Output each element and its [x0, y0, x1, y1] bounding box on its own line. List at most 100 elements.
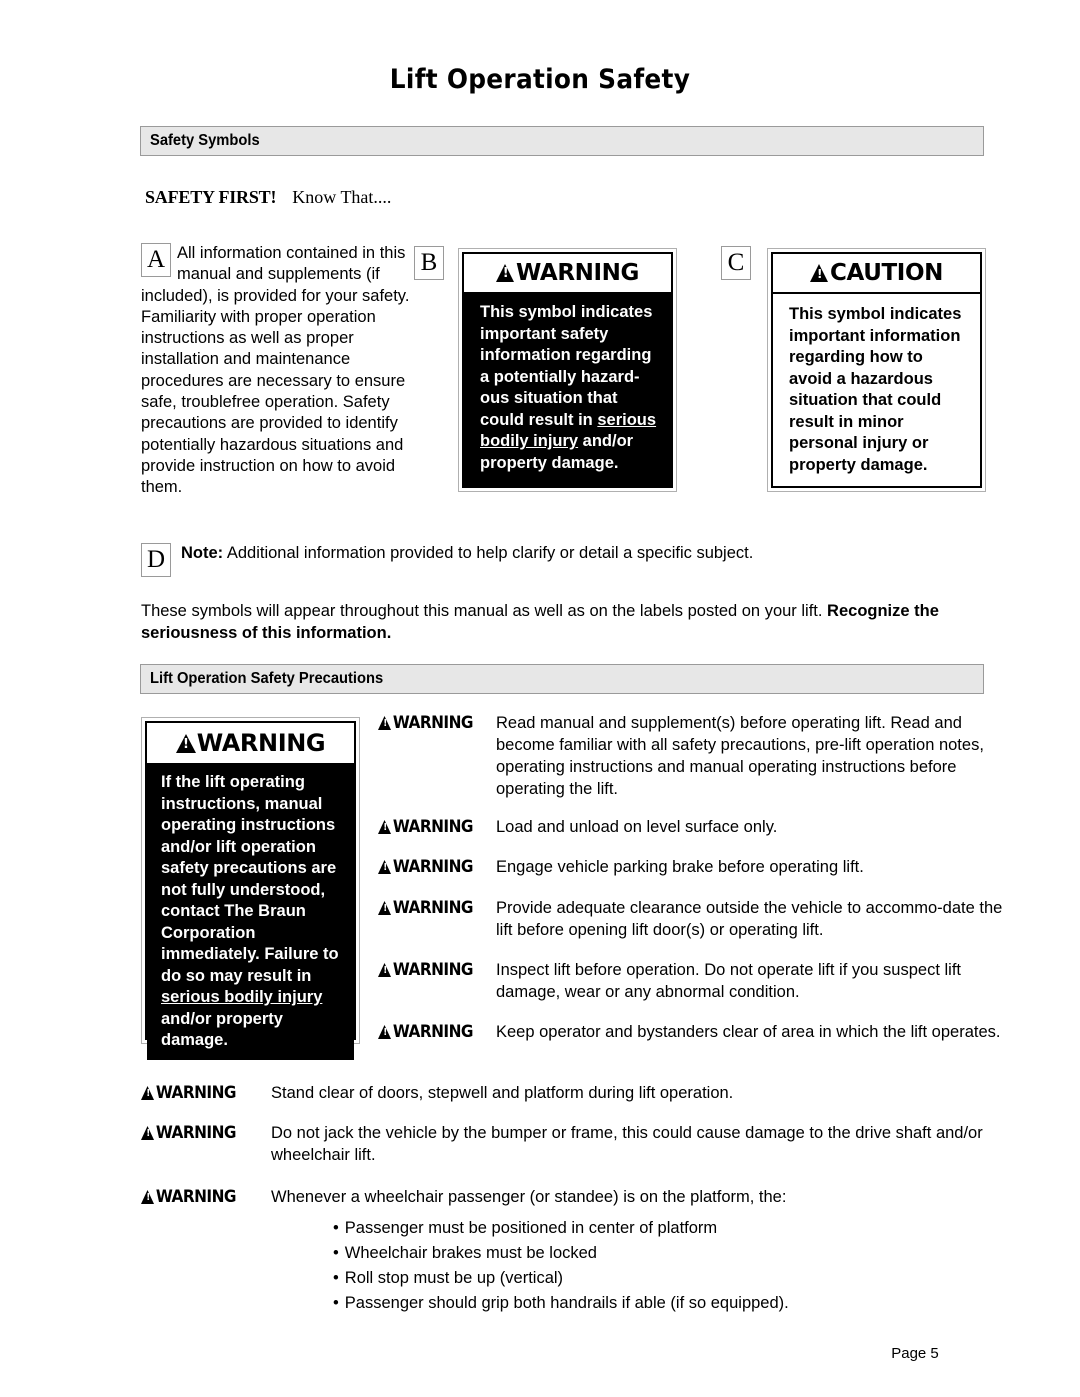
text-indent-spacer: [141, 243, 177, 285]
warning-item: ! WARNING Provide adequate clearance outs…: [378, 897, 1003, 941]
safety-first-line: SAFETY FIRST! Know That....: [145, 187, 391, 208]
warning-item-text: Whenever a wheelchair passenger (or stan…: [271, 1188, 787, 1206]
warning-item: ! WARNING Stand clear of doors, stepwell …: [141, 1082, 1003, 1104]
warning-label-box-b: ! WARNING This symbol indicates importan…: [458, 248, 677, 492]
big-warning-header: ! WARNING: [147, 723, 354, 763]
big-warning-inner: ! WARNING If the lift operating instruct…: [145, 721, 356, 1060]
warning-item-text: Provide adequate clearance outside the v…: [496, 899, 1003, 939]
warning-item-text: Load and unload on level surface only.: [496, 818, 778, 836]
warning-tag-text: WARNING: [392, 960, 474, 979]
warning-triangle-icon: !: [141, 1086, 155, 1100]
warning-tag-text: WARNING: [392, 817, 474, 836]
warning-label-header-b: ! WARNING: [464, 254, 671, 292]
warning-triangle-icon: !: [378, 716, 392, 730]
list-item: • Roll stop must be up (vertical): [333, 1266, 993, 1291]
exclamation-glyph: !: [383, 822, 387, 833]
exclamation-glyph: !: [146, 1088, 150, 1099]
list-item: • Wheelchair brakes must be locked: [333, 1241, 993, 1266]
warning-item-text: Inspect lift before operation. Do not op…: [496, 961, 962, 1001]
caution-label-inner: ! CAUTION This symbol indicates importan…: [771, 252, 982, 488]
big-warning-part2: and/or property damage.: [161, 1009, 283, 1050]
exclamation-glyph: !: [383, 903, 387, 914]
warning-tag-text: WARNING: [392, 713, 474, 732]
warning-item: ! WARNING Engage vehicle parking brake be…: [378, 856, 1003, 878]
warning-tag: ! WARNING: [141, 1186, 262, 1208]
document-page: Lift Operation Safety Safety Symbols SAF…: [0, 0, 1080, 1397]
warning-triangle-icon: !: [378, 820, 392, 834]
section-header-label: Safety Symbols: [150, 132, 260, 149]
warning-triangle-icon: !: [378, 860, 392, 874]
warning-label-inner: ! WARNING This symbol indicates importan…: [462, 252, 673, 488]
safety-first-bold: SAFETY FIRST!: [145, 187, 277, 207]
warning-item: ! WARNING Do not jack the vehicle by the …: [141, 1122, 1003, 1166]
list-item-text: Passenger should grip both handrails if …: [344, 1294, 789, 1312]
list-item-text: Wheelchair brakes must be locked: [344, 1244, 597, 1262]
big-warning-header-text: WARNING: [196, 729, 326, 757]
caution-label-header-text-c: CAUTION: [830, 260, 943, 286]
warning-item-text: Keep operator and bystanders clear of ar…: [496, 1023, 1001, 1041]
warning-tag-text: WARNING: [392, 857, 474, 876]
passenger-requirements-list: • Passenger must be positioned in center …: [333, 1216, 993, 1316]
exclamation-glyph: !: [383, 1027, 387, 1038]
warning-tag-text: WARNING: [392, 898, 474, 917]
warning-tag: ! WARNING: [378, 897, 488, 919]
warning-tag: ! WARNING: [378, 1021, 488, 1043]
list-item-text: Passenger must be positioned in center o…: [344, 1219, 718, 1237]
bullet-glyph: •: [333, 1294, 339, 1312]
warning-tag-text: WARNING: [155, 1187, 237, 1206]
big-warning-body: If the lift operating instructions, manu…: [147, 763, 354, 1060]
symbol-a-body: All information contained in this manual…: [141, 244, 410, 497]
list-item-text: Roll stop must be up (vertical): [344, 1269, 564, 1287]
big-warning-label-box: ! WARNING If the lift operating instruct…: [141, 717, 360, 1060]
warning-triangle-icon: !: [141, 1190, 155, 1204]
warning-item: ! WARNING Load and unload on level surfac…: [378, 816, 1003, 838]
caution-label-body-c: This symbol indicates important informat…: [773, 294, 980, 486]
safety-first-rest: Know That....: [292, 187, 392, 207]
warning-triangle-icon: !: [378, 963, 392, 977]
warning-triangle-icon: !: [141, 1126, 155, 1140]
note-keyword: Note:: [181, 544, 224, 562]
warning-label-header-text-b: WARNING: [516, 260, 639, 286]
exclamation-glyph: !: [502, 266, 509, 281]
warning-item-text: Do not jack the vehicle by the bumper or…: [271, 1124, 983, 1164]
warning-item: ! WARNING Whenever a wheelchair passenger…: [141, 1186, 1003, 1208]
warning-item-text: Read manual and supplement(s) before ope…: [496, 714, 984, 798]
bullet-glyph: •: [333, 1269, 339, 1287]
caution-label-box-c: ! CAUTION This symbol indicates importan…: [767, 248, 986, 492]
exclamation-glyph: !: [146, 1192, 150, 1203]
section-header-safety-symbols: Safety Symbols: [140, 126, 984, 156]
caution-label-header-c: ! CAUTION: [773, 254, 980, 294]
warning-tag-text: WARNING: [155, 1083, 237, 1102]
warning-triangle-icon: !: [378, 1025, 392, 1039]
bullet-glyph: •: [333, 1244, 339, 1262]
exclamation-glyph: !: [817, 267, 823, 281]
exclamation-glyph: !: [183, 736, 189, 752]
big-warning-part1: If the lift operating instructions, manu…: [161, 773, 339, 985]
list-item: • Passenger should grip both handrails if…: [333, 1291, 993, 1316]
note-text: Additional information provided to help …: [226, 544, 754, 562]
symbol-a-text: All information contained in this manual…: [141, 243, 411, 499]
symbols-summary-normal: These symbols will appear throughout thi…: [141, 602, 828, 620]
warning-tag: ! WARNING: [378, 856, 488, 878]
list-item: • Passenger must be positioned in center …: [333, 1216, 993, 1241]
warning-tag-text: WARNING: [392, 1022, 474, 1041]
section-header-precautions: Lift Operation Safety Precautions: [140, 664, 984, 694]
symbol-badge-c: C: [721, 246, 751, 280]
warning-item-text: Engage vehicle parking brake before oper…: [496, 858, 864, 876]
exclamation-glyph: !: [383, 862, 387, 873]
warning-tag: ! WARNING: [141, 1122, 262, 1144]
warning-tag: ! WARNING: [378, 816, 488, 838]
section-header-label: Lift Operation Safety Precautions: [150, 670, 384, 687]
exclamation-glyph: !: [146, 1128, 150, 1139]
warning-item: ! WARNING Keep operator and bystanders cl…: [378, 1021, 1003, 1043]
symbols-summary-paragraph: These symbols will appear throughout thi…: [141, 600, 986, 644]
warning-label-body-b: This symbol indicates important safety i…: [464, 292, 671, 486]
warning-tag: ! WARNING: [141, 1082, 262, 1104]
exclamation-glyph: !: [383, 965, 387, 976]
warning-triangle-icon: !: [496, 264, 515, 282]
warning-tag-text: WARNING: [155, 1123, 237, 1142]
symbol-badge-d: D: [141, 543, 171, 577]
warning-item: ! WARNING Inspect lift before operation. …: [378, 959, 1003, 1003]
page-title: Lift Operation Safety: [389, 64, 691, 95]
big-warning-underline: serious bodily injury: [161, 988, 323, 1006]
